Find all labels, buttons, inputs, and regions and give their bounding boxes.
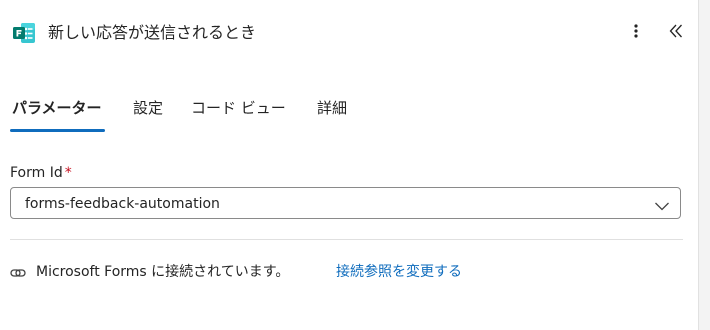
trigger-title: 新しい応答が送信されるとき — [48, 23, 257, 42]
collapse-panel-button[interactable] — [664, 21, 688, 45]
tab-settings[interactable]: 設定 — [133, 97, 163, 119]
chevron-down-icon — [654, 197, 670, 211]
tab-details[interactable]: 詳細 — [317, 97, 347, 119]
microsoft-forms-icon — [12, 21, 36, 45]
more-vertical-icon — [628, 23, 644, 43]
double-chevron-left-icon — [668, 23, 684, 43]
tab-parameters[interactable]: パラメーター — [12, 97, 102, 119]
trigger-panel: 新しい応答が送信されるとき パラメーター 設定 コード ビュー 詳細 Form … — [0, 0, 699, 330]
form-id-label-text: Form Id — [10, 165, 63, 181]
link-icon — [10, 265, 26, 281]
active-tab-indicator — [10, 129, 105, 132]
form-id-dropdown[interactable]: forms-feedback-automation — [10, 187, 681, 219]
tab-code-view[interactable]: コード ビュー — [191, 97, 286, 119]
more-options-button[interactable] — [624, 21, 648, 45]
change-connection-link[interactable]: 接続参照を変更する — [336, 262, 462, 282]
form-id-value: forms-feedback-automation — [25, 196, 220, 212]
required-marker: * — [64, 165, 72, 181]
section-divider — [10, 239, 683, 240]
connection-status-text: Microsoft Forms に接続されています。 — [36, 264, 290, 280]
form-id-label: Form Id * — [10, 163, 72, 183]
